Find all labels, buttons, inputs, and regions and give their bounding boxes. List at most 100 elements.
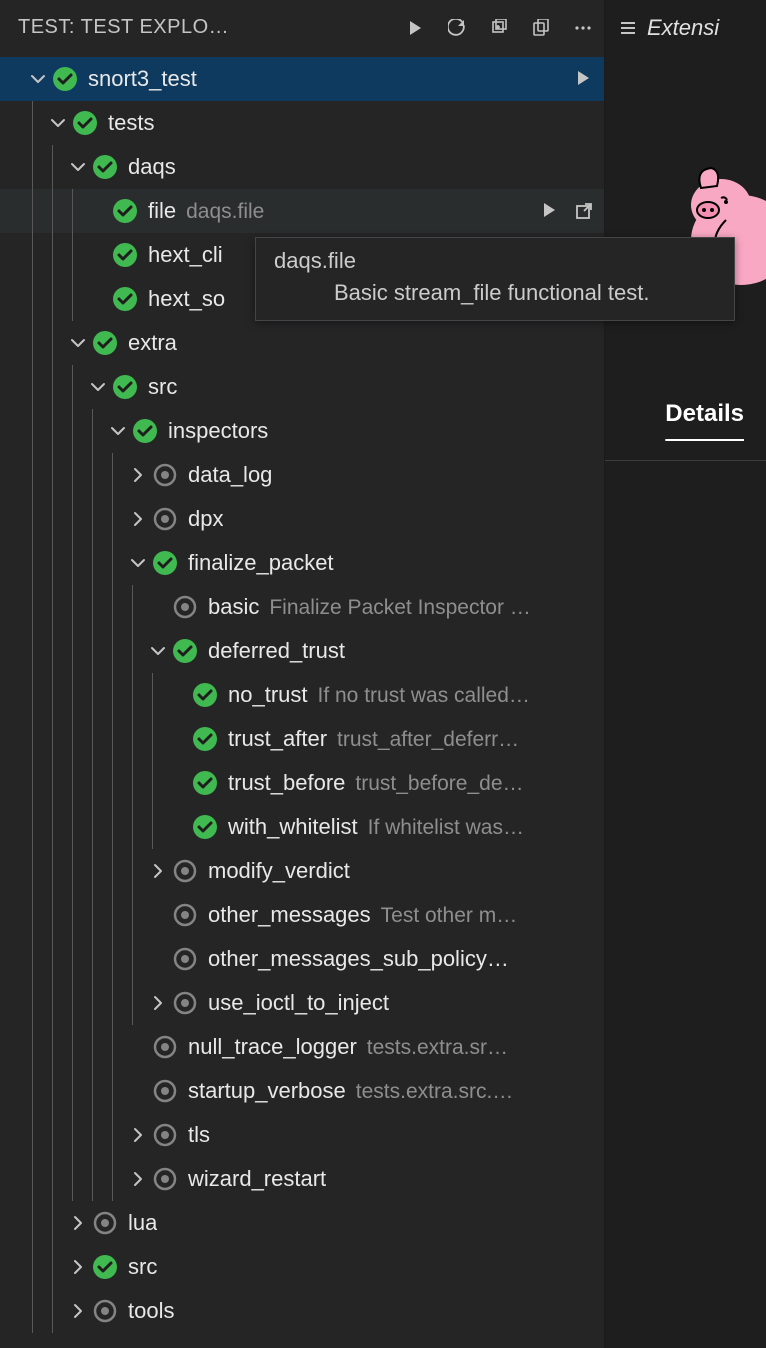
tree-item-description: tests.extra.sr… [367,1036,508,1060]
tree-item-trust-before[interactable]: trust_beforetrust_before_de… [0,761,604,805]
tree-item-wizard-restart[interactable]: wizard_restart [0,1157,604,1201]
tree-item-label: hext_so [148,286,225,312]
status-notrun-icon [172,858,198,884]
chevron-right-icon[interactable] [146,991,170,1015]
tree-item-description: If no trust was called… [318,684,530,708]
tree-item-with-whitelist[interactable]: with_whitelist If whitelist was… [0,805,604,849]
chevron-down-icon[interactable] [26,67,50,91]
tree-item-tests[interactable]: tests [0,101,604,145]
tree-item-src[interactable]: src [0,365,604,409]
status-pass-icon [92,330,118,356]
tooltip-title: daqs.file [274,248,716,274]
run-test-icon[interactable] [540,201,560,221]
tree-item-trust-after[interactable]: trust_aftertrust_after_deferr… [0,717,604,761]
chevron-right-icon[interactable] [126,1167,150,1191]
go-to-test-icon[interactable] [574,201,594,221]
tree-item-tls[interactable]: tls [0,1113,604,1157]
tree-item-description: Test other m… [381,904,518,928]
tree-item-extra[interactable]: extra [0,321,604,365]
tree-item-no-trust[interactable]: no_trust If no trust was called… [0,673,604,717]
panel-title: TEST: TEST EXPLO… [18,16,396,39]
details-tab[interactable]: Details [605,400,766,428]
tree-item-description: If whitelist was… [368,816,524,840]
status-pass-icon [52,66,78,92]
tree-item-startup-verbose[interactable]: startup_verbosetests.extra.src.… [0,1069,604,1113]
tree-item-description: tests.extra.src.… [356,1080,514,1104]
tree-item-use-ioctl-to-inject[interactable]: use_ioctl_to_inject [0,981,604,1025]
chevron-down-icon[interactable] [66,331,90,355]
status-notrun-icon [152,1166,178,1192]
status-pass-icon [192,814,218,840]
status-notrun-icon [92,1298,118,1324]
tree-item-label: daqs [128,154,176,180]
status-pass-icon [192,726,218,752]
status-pass-icon [192,682,218,708]
tree-item-tools[interactable]: tools [0,1289,604,1333]
tree-item-label: tests [108,110,154,136]
chevron-down-icon[interactable] [146,639,170,663]
tree-item-label: no_trust [228,682,308,708]
extension-tab-label: Extensi [647,15,719,41]
chevron-right-icon[interactable] [126,507,150,531]
tree-item-description: trust_after_deferr… [337,728,519,752]
tree-item-inspectors[interactable]: inspectors [0,409,604,453]
tree-item-daqs[interactable]: daqs [0,145,604,189]
refresh-icon[interactable] [448,19,466,37]
chevron-right-icon[interactable] [66,1255,90,1279]
more-icon[interactable] [574,19,592,37]
tree-item-label: hext_cli [148,242,223,268]
tree-item-label: src [148,374,177,400]
test-explorer-panel: TEST: TEST EXPLO… snort3_testtests daqs fi… [0,0,605,1348]
tree-item-label: extra [128,330,177,356]
run-test-icon[interactable] [574,69,594,89]
copy-icon[interactable] [532,19,550,37]
tree-item-file[interactable]: filedaqs.file [0,189,604,233]
tree-item-snort3-test[interactable]: snort3_test [0,57,604,101]
status-notrun-icon [172,946,198,972]
tree-item-other-messages[interactable]: other_messages Test other m… [0,893,604,937]
chevron-down-icon[interactable] [46,111,70,135]
tree-item-description: Finalize Packet Inspector … [269,596,530,620]
hover-tooltip: daqs.file Basic stream_file functional t… [255,237,735,321]
tree-item-label: tools [128,1298,174,1324]
chevron-right-icon[interactable] [66,1211,90,1235]
status-notrun-icon [152,1034,178,1060]
status-pass-icon [112,286,138,312]
tree-item-lua[interactable]: lua [0,1201,604,1245]
tree-item-label: other_messages_sub_policy… [208,946,509,972]
chevron-down-icon[interactable] [66,155,90,179]
status-notrun-icon [172,990,198,1016]
chevron-right-icon[interactable] [126,1123,150,1147]
tree-item-deferred-trust[interactable]: deferred_trust [0,629,604,673]
tree-item-label: src [128,1254,157,1280]
tree-item-label: modify_verdict [208,858,350,884]
chevron-down-icon[interactable] [126,551,150,575]
tree-item-data-log[interactable]: data_log [0,453,604,497]
details-tab-label: Details [665,400,744,427]
status-notrun-icon [152,462,178,488]
chevron-down-icon[interactable] [106,419,130,443]
chevron-right-icon[interactable] [66,1299,90,1323]
tree-item-dpx[interactable]: dpx [0,497,604,541]
tree-item-label: tls [188,1122,210,1148]
tree-item-label: with_whitelist [228,814,358,840]
extension-tab[interactable]: Extensi [605,0,766,55]
tree-item-finalize-packet[interactable]: finalize_packet [0,541,604,585]
chevron-right-icon[interactable] [146,859,170,883]
status-notrun-icon [92,1210,118,1236]
panel-header: TEST: TEST EXPLO… [0,0,604,55]
tree-item-basic[interactable]: basicFinalize Packet Inspector … [0,585,604,629]
tree-item-null-trace-logger[interactable]: null_trace_loggertests.extra.sr… [0,1025,604,1069]
tree-item-other-messages-sub-policy-[interactable]: other_messages_sub_policy… [0,937,604,981]
status-pass-icon [92,154,118,180]
tree-item-modify-verdict[interactable]: modify_verdict [0,849,604,893]
status-pass-icon [132,418,158,444]
tree-item-label: snort3_test [88,66,197,92]
tree-item-label: lua [128,1210,157,1236]
run-all-icon[interactable] [406,19,424,37]
tree-item-label: other_messages [208,902,371,928]
chevron-right-icon[interactable] [126,463,150,487]
collapse-all-icon[interactable] [490,19,508,37]
chevron-down-icon[interactable] [86,375,110,399]
tree-item-src[interactable]: src [0,1245,604,1289]
